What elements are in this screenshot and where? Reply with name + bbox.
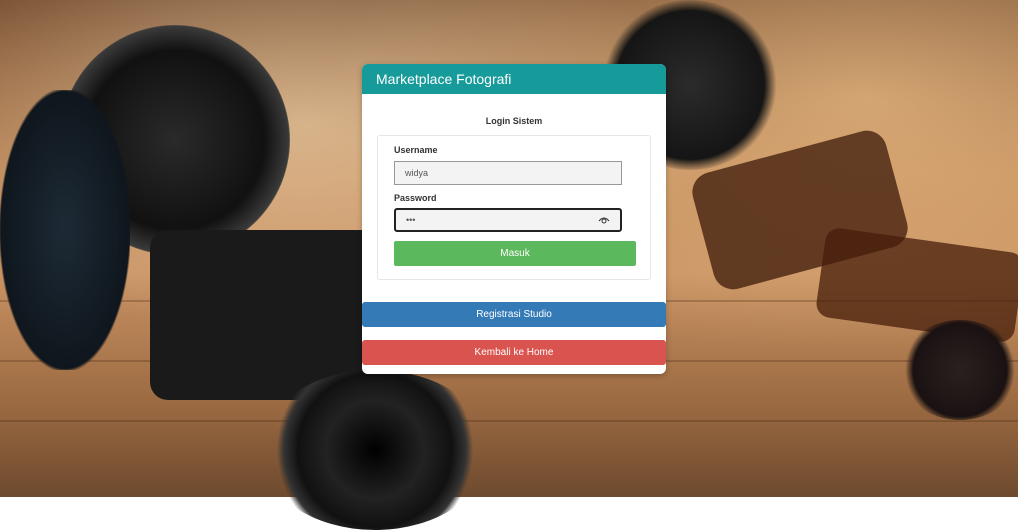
register-studio-button[interactable]: Registrasi Studio [362,302,666,327]
password-value: ••• [406,215,416,225]
login-button[interactable]: Masuk [394,241,636,266]
password-input[interactable]: ••• [394,208,622,232]
login-panel: Marketplace Fotografi Login Sistem Usern… [362,64,666,374]
login-title: Login Sistem [485,116,543,126]
password-label: Password [394,193,437,203]
username-label: Username [394,145,438,155]
film-roll-shape [900,320,1018,420]
camera-lens-shape [260,370,490,530]
username-value: widya [405,168,429,178]
eye-icon[interactable] [598,215,610,225]
login-form: Username widya Password ••• Masuk [377,135,651,280]
back-home-button[interactable]: Kembali ke Home [362,340,666,365]
panel-header: Marketplace Fotografi [362,64,666,94]
lens-barrel-shape [0,90,130,370]
wood-plank-line [0,420,1018,422]
username-input[interactable]: widya [394,161,622,185]
